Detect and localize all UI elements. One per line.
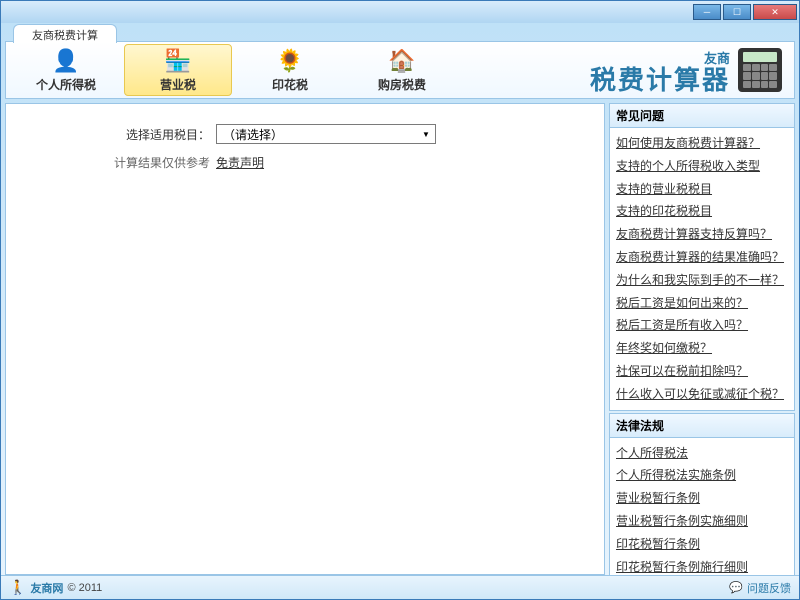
calculator-icon <box>738 48 782 92</box>
faq-link[interactable]: 什么收入可以免征或减征个税？ <box>616 383 788 406</box>
tab-label: 个人所得税 <box>36 76 96 93</box>
tab-label: 购房税费 <box>378 76 426 93</box>
faq-link[interactable]: 友商税费计算器的结果准确吗？ <box>616 246 788 269</box>
app-window: ─ ☐ ✕ 友商税费计算 👤 个人所得税 🏪 营业税 🌻 印花税 🏠 购房税费 … <box>0 0 800 600</box>
brand-area: 友商 税费计算器 <box>590 48 790 93</box>
content-area: 选择适用税目： （请选择） ▼ 计算结果仅供参考 免责声明 常见问题 如何使用友… <box>5 103 795 575</box>
open-sign-icon: 🏪 <box>162 47 194 75</box>
law-link[interactable]: 营业税暂行条例 <box>616 487 788 510</box>
tab-business-tax[interactable]: 🏪 营业税 <box>124 44 232 96</box>
law-header: 法律法规 <box>610 414 794 438</box>
brand-title: 税费计算器 <box>590 67 730 93</box>
tab-stamp-tax[interactable]: 🌻 印花税 <box>236 44 344 96</box>
faq-link[interactable]: 社保可以在税前扣除吗？ <box>616 360 788 383</box>
tab-label: 营业税 <box>160 76 196 93</box>
faq-link[interactable]: 支持的印花税税目 <box>616 200 788 223</box>
document-tab[interactable]: 友商税费计算 <box>13 24 117 43</box>
law-link[interactable]: 印花税暂行条例 <box>616 533 788 556</box>
faq-link[interactable]: 税后工资是所有收入吗？ <box>616 314 788 337</box>
faq-link[interactable]: 税后工资是如何出来的？ <box>616 292 788 315</box>
person-icon: 👤 <box>50 47 82 75</box>
faq-link[interactable]: 如何使用友商税费计算器？ <box>616 132 788 155</box>
note-label: 计算结果仅供参考 <box>36 154 216 171</box>
brand-subtitle: 友商 <box>590 48 730 67</box>
flower-icon: 🌻 <box>274 47 306 75</box>
faq-link[interactable]: 支持的营业税税目 <box>616 178 788 201</box>
document-tab-bar: 友商税费计算 <box>1 23 799 41</box>
side-panel: 常见问题 如何使用友商税费计算器？支持的个人所得税收入类型支持的营业税税目支持的… <box>609 103 795 575</box>
select-label: 选择适用税目： <box>36 126 216 143</box>
chat-icon: 💬 <box>729 581 743 594</box>
main-panel: 选择适用税目： （请选择） ▼ 计算结果仅供参考 免责声明 <box>5 103 605 575</box>
law-link[interactable]: 个人所得税法实施条例 <box>616 464 788 487</box>
dropdown-value: （请选择） <box>223 126 283 143</box>
disclaimer-link[interactable]: 免责声明 <box>216 154 264 171</box>
tab-label: 印花税 <box>272 76 308 93</box>
law-link[interactable]: 个人所得税法 <box>616 442 788 465</box>
logo-icon: 🚶 <box>9 579 26 596</box>
toolbar: 👤 个人所得税 🏪 营业税 🌻 印花税 🏠 购房税费 友商 税费计算器 <box>5 41 795 99</box>
status-logo[interactable]: 🚶 友商网 © 2011 <box>9 579 102 596</box>
faq-link[interactable]: 支持的个人所得税收入类型 <box>616 155 788 178</box>
faq-header: 常见问题 <box>610 104 794 128</box>
titlebar: ─ ☐ ✕ <box>1 1 799 23</box>
faq-link[interactable]: 年终奖如何缴税？ <box>616 337 788 360</box>
faq-section: 常见问题 如何使用友商税费计算器？支持的个人所得税收入类型支持的营业税税目支持的… <box>609 103 795 411</box>
law-link[interactable]: 营业税暂行条例实施细则 <box>616 510 788 533</box>
law-link[interactable]: 印花税暂行条例施行细则 <box>616 556 788 575</box>
feedback-label: 问题反馈 <box>747 580 791 596</box>
law-section: 法律法规 个人所得税法个人所得税法实施条例营业税暂行条例营业税暂行条例实施细则印… <box>609 413 795 575</box>
chevron-down-icon: ▼ <box>419 127 433 141</box>
tab-income-tax[interactable]: 👤 个人所得税 <box>12 44 120 96</box>
copyright: © 2011 <box>67 582 102 594</box>
tab-house-tax[interactable]: 🏠 购房税费 <box>348 44 456 96</box>
minimize-button[interactable]: ─ <box>693 4 721 20</box>
faq-link[interactable]: 为什么和我实际到手的不一样？ <box>616 269 788 292</box>
close-button[interactable]: ✕ <box>753 4 797 20</box>
statusbar: 🚶 友商网 © 2011 💬 问题反馈 <box>1 575 799 599</box>
house-icon: 🏠 <box>386 47 418 75</box>
maximize-button[interactable]: ☐ <box>723 4 751 20</box>
faq-link[interactable]: 友商税费计算器支持反算吗？ <box>616 223 788 246</box>
tax-category-dropdown[interactable]: （请选择） ▼ <box>216 124 436 144</box>
site-name: 友商网 <box>30 580 63 596</box>
feedback-link[interactable]: 💬 问题反馈 <box>729 580 791 596</box>
